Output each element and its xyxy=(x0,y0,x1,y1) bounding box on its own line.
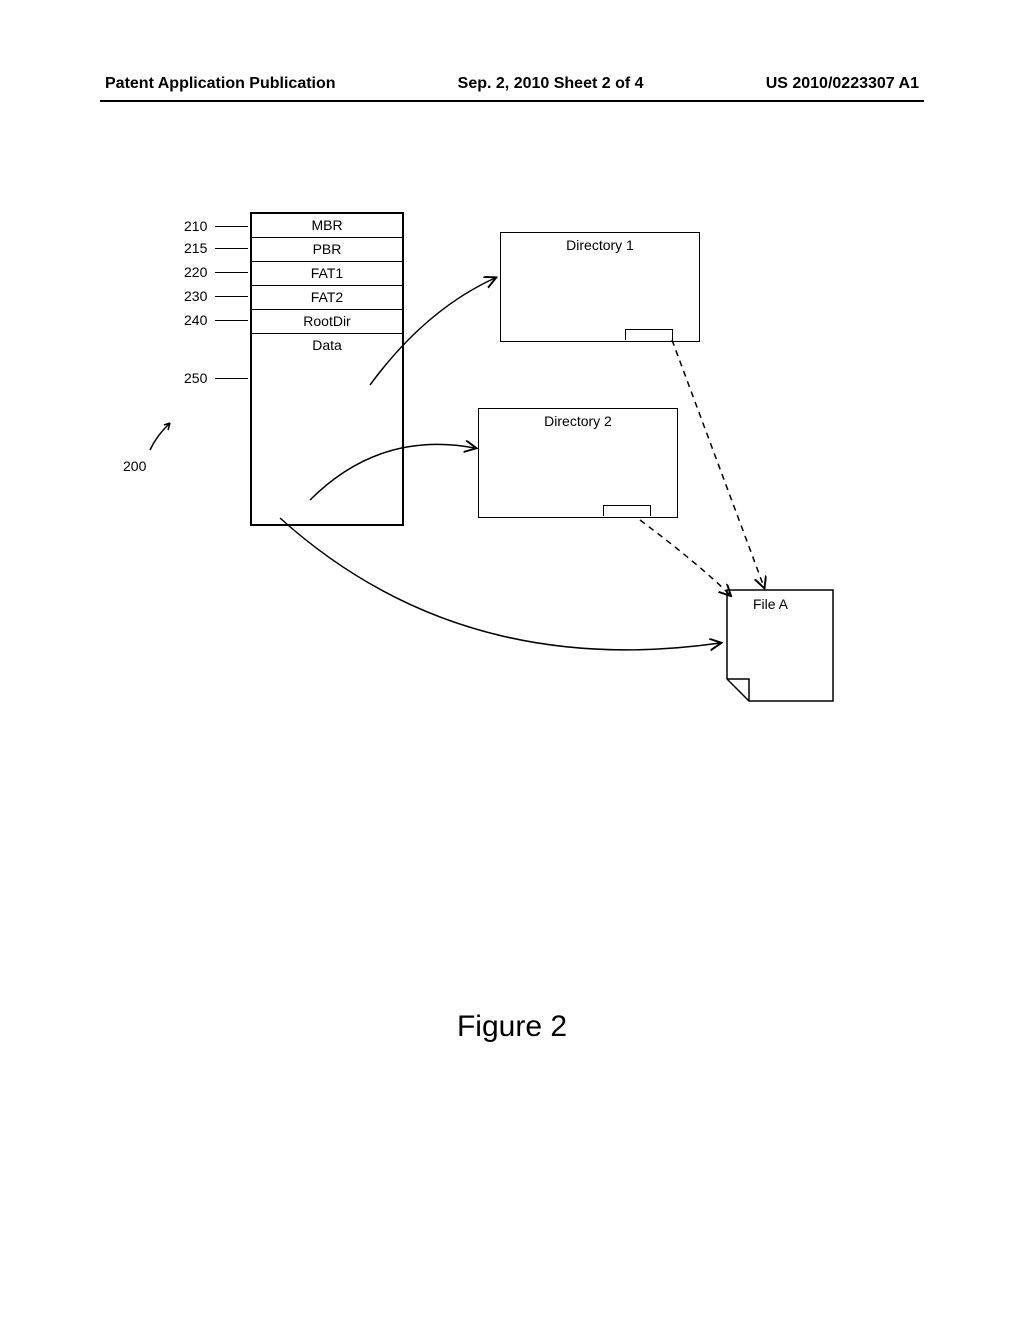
diagram: MBR PBR FAT1 FAT2 RootDir Data 210 215 2… xyxy=(0,200,1024,700)
header-left: Patent Application Publication xyxy=(105,75,336,93)
header-center: Sep. 2, 2010 Sheet 2 of 4 xyxy=(458,75,644,93)
connectors xyxy=(0,200,1024,750)
header-rule xyxy=(100,100,924,102)
header-right: US 2010/0223307 A1 xyxy=(766,75,919,93)
figure-caption: Figure 2 xyxy=(457,1010,567,1044)
page-header: Patent Application Publication Sep. 2, 2… xyxy=(0,75,1024,93)
